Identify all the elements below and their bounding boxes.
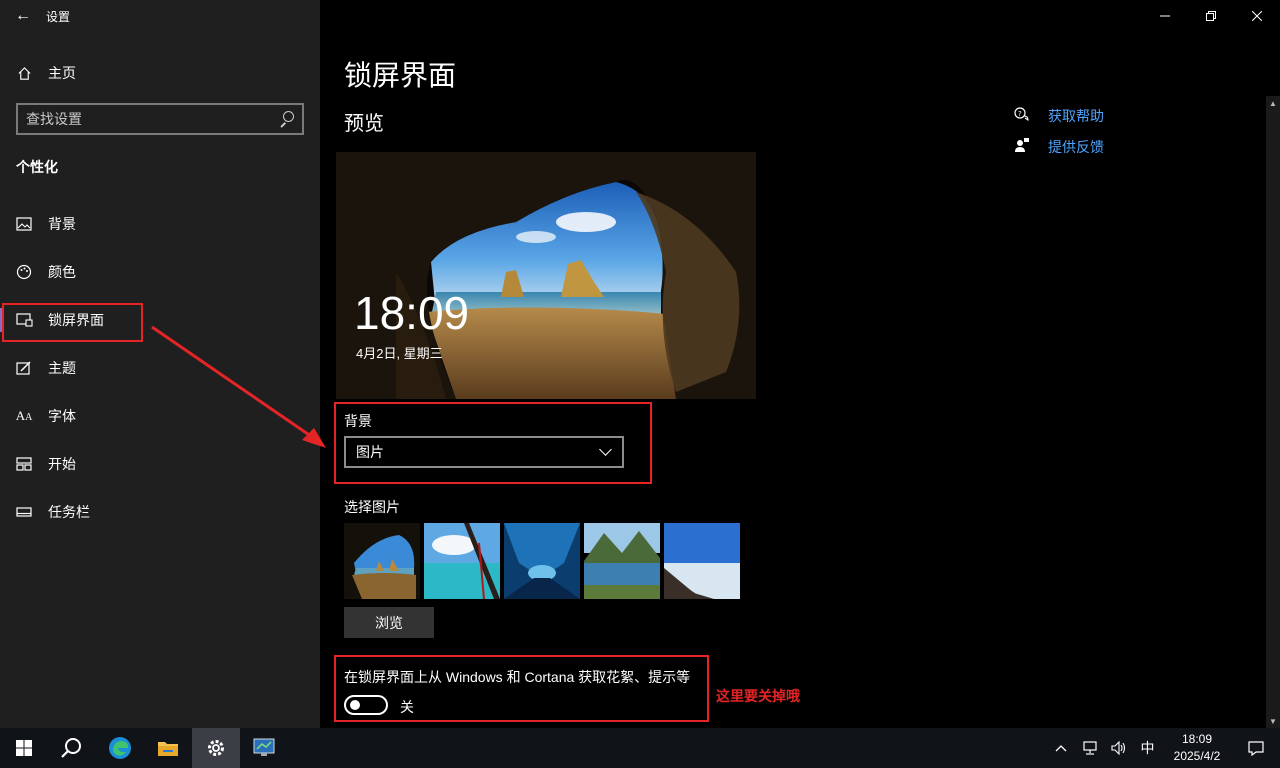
clock-date: 2025/4/2 [1173,749,1221,763]
taskbar-search-button[interactable] [48,728,96,768]
show-hidden-icons-chevron-icon[interactable] [1046,744,1075,752]
search-icon [61,738,81,758]
control-panel-icon [253,738,275,756]
edge-icon [109,737,131,759]
notification-center-button[interactable] [1232,740,1280,756]
clock-time: 18:09 [1181,732,1213,746]
settings-taskbar-button[interactable] [192,728,240,768]
file-explorer-icon [158,742,178,756]
start-button[interactable] [0,728,48,768]
annotation-note: 这里要关掉哦 [716,688,800,704]
settings-gear-icon [208,740,224,756]
control-panel-button[interactable] [240,728,288,768]
notification-icon [1248,741,1264,756]
annotation-arrow [151,325,326,448]
taskbar: 中 18:09 2025/4/2 [0,728,1280,768]
file-explorer-button[interactable] [144,728,192,768]
ime-indicator[interactable]: 中 [1133,738,1162,758]
volume-icon[interactable] [1104,741,1133,755]
windows-logo-icon [16,740,32,756]
network-icon[interactable] [1075,741,1104,755]
taskbar-clock[interactable]: 18:09 2025/4/2 [1162,731,1232,765]
edge-button[interactable] [96,728,144,768]
system-tray: 中 18:09 2025/4/2 [1046,728,1280,768]
